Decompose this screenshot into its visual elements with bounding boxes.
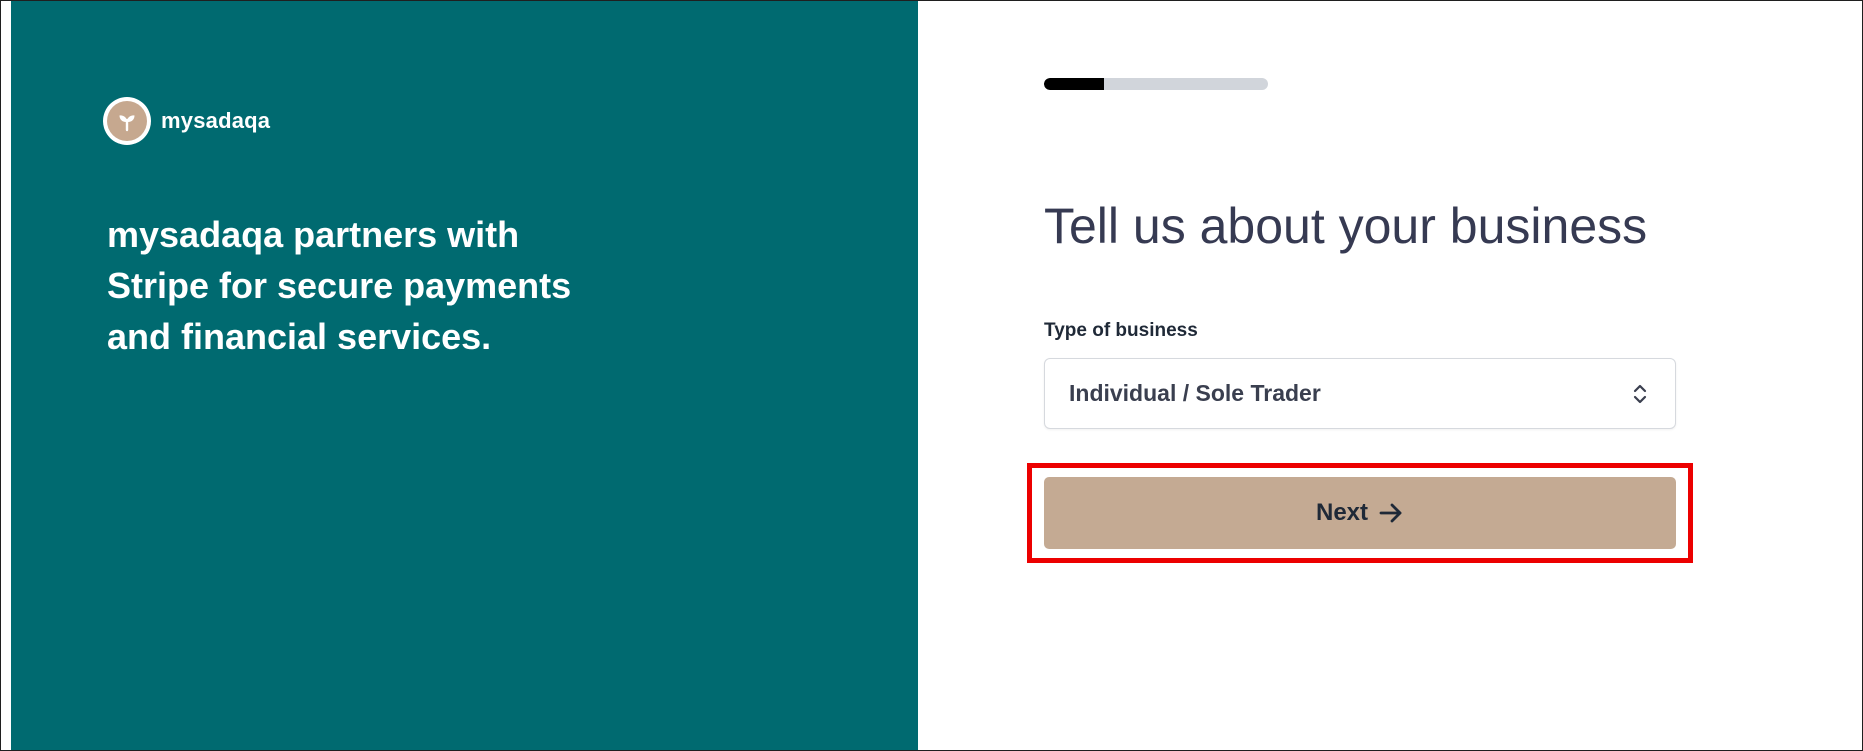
business-type-value: Individual / Sole Trader <box>1069 380 1321 406</box>
brand-panel: mysadaqa mysadaqa partners with Stripe f… <box>11 1 918 750</box>
brand-name: mysadaqa <box>161 108 271 133</box>
chevron-up-down-icon <box>1629 379 1651 409</box>
brand-logo <box>103 97 151 145</box>
business-type-select[interactable]: Individual / Sole Trader <box>1044 358 1676 429</box>
leaf-icon <box>107 101 147 141</box>
app-window: mysadaqa mysadaqa partners with Stripe f… <box>0 0 1863 751</box>
page-title: Tell us about your business <box>1044 198 1648 254</box>
progress-bar-fill <box>1044 78 1105 90</box>
progress-bar <box>1044 78 1268 90</box>
next-button[interactable]: Next <box>1044 477 1676 549</box>
onboarding-form-panel: Tell us about your business Type of busi… <box>918 1 1862 750</box>
arrow-right-icon <box>1378 502 1404 524</box>
brand-header: mysadaqa <box>103 97 270 145</box>
business-type-label: Type of business <box>1044 320 1198 341</box>
outer-margin <box>1 1 11 750</box>
next-button-label: Next <box>1315 499 1369 526</box>
partnership-tagline: mysadaqa partners with Stripe for secure… <box>107 214 572 357</box>
